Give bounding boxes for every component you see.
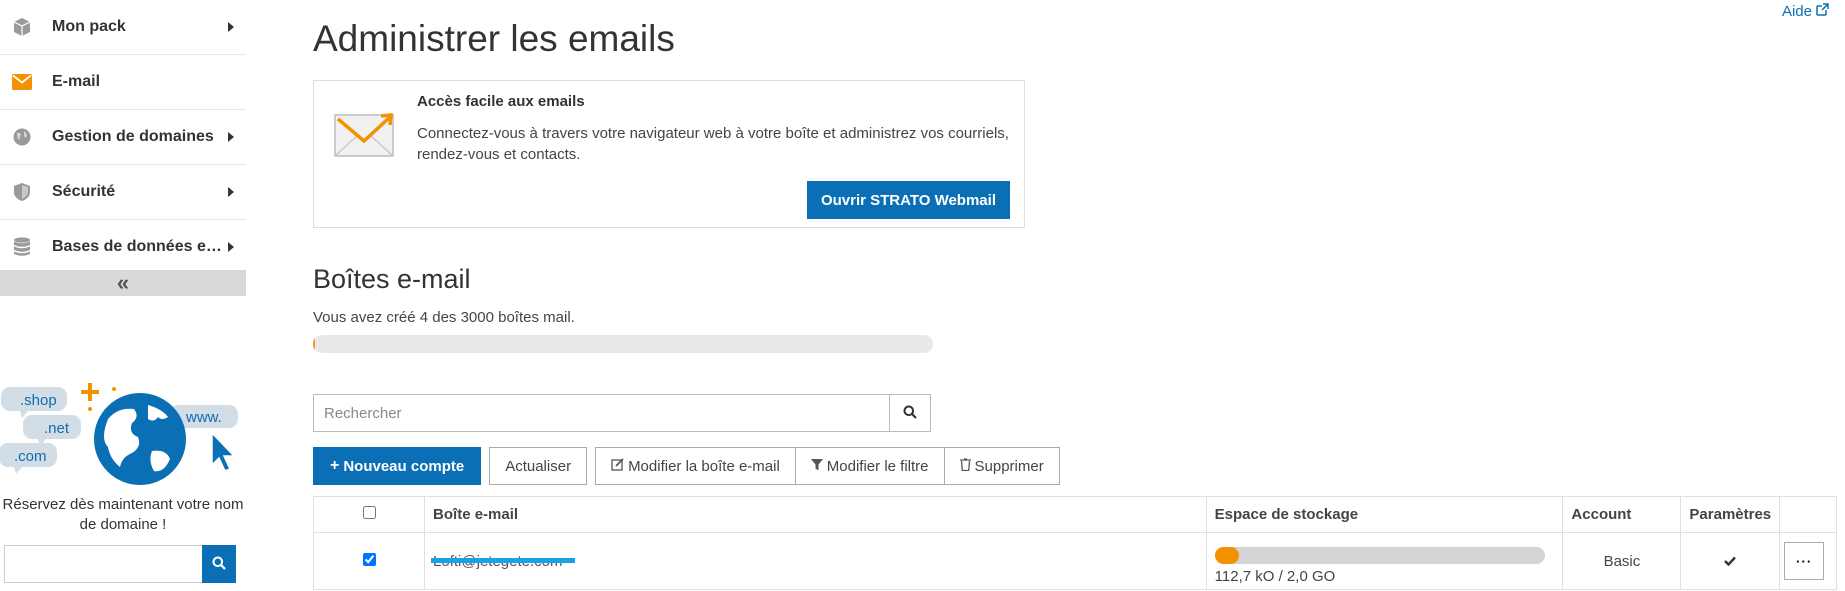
- mailbox-table: Boîte e-mail Espace de stockage Account …: [312, 496, 1837, 590]
- edit-filter-button[interactable]: Modifier le filtre: [795, 447, 945, 485]
- edit-filter-label: Modifier le filtre: [826, 457, 929, 475]
- search-icon: [903, 405, 917, 422]
- quota-progress-fill: [313, 335, 316, 353]
- domain-promo: .shop .net .com www. Réservez dès mainte…: [0, 375, 246, 535]
- mailbox-search-button[interactable]: [889, 394, 931, 432]
- domain-illustration: .shop .net .com www.: [0, 375, 246, 495]
- redaction-mark: [431, 558, 576, 563]
- sidebar-item-label: Mon pack: [52, 18, 126, 35]
- sidebar-item-bases-de-donnees[interactable]: Bases de données et e...: [0, 220, 246, 275]
- mailboxes-title: Boîtes e-mail: [313, 264, 471, 294]
- trash-icon: [959, 457, 971, 475]
- select-all-cell: [312, 496, 426, 533]
- sidebar: Mon pack E-mail Gestion de domaines Sécu…: [0, 0, 246, 591]
- plus-icon: +: [330, 457, 340, 474]
- more-cell: ···: [1779, 532, 1837, 590]
- edit-mailbox-button[interactable]: Modifier la boîte e-mail: [595, 447, 796, 485]
- table-header-row: Boîte e-mail Espace de stockage Account …: [312, 496, 1837, 533]
- account-type: Basic: [1562, 532, 1682, 590]
- refresh-button[interactable]: Actualiser: [489, 447, 588, 485]
- mailbox-search: [313, 394, 931, 432]
- envelope-icon: [12, 72, 32, 92]
- quota-text: Vous avez créé 4 des 3000 boîtes mail.: [313, 309, 575, 326]
- edit-icon: [611, 457, 624, 475]
- edit-mailbox-label: Modifier la boîte e-mail: [628, 457, 780, 475]
- webmail-card-title: Accès facile aux emails: [417, 93, 585, 110]
- double-chevron-left-icon: «: [116, 270, 130, 295]
- bubble-www: www.: [185, 409, 222, 426]
- column-header-account[interactable]: Account: [1562, 496, 1682, 533]
- column-header-actions: [1779, 496, 1837, 533]
- settings-cell: [1680, 532, 1781, 590]
- storage-progress-fill: [1214, 547, 1239, 564]
- filter-icon: [810, 458, 823, 475]
- row-select-checkbox[interactable]: [362, 552, 376, 566]
- mailbox-search-input[interactable]: [313, 394, 889, 432]
- box-icon: [12, 17, 32, 37]
- shield-icon: [12, 182, 32, 202]
- sidebar-item-domaines[interactable]: Gestion de domaines: [0, 110, 246, 165]
- database-icon: [12, 237, 32, 257]
- caret-right-icon: [228, 187, 234, 197]
- bubble-net: .net: [44, 420, 70, 437]
- bubble-com: .com: [14, 448, 47, 465]
- open-webmail-button[interactable]: Ouvrir STRATO Webmail: [806, 181, 1010, 219]
- domain-search-button[interactable]: [202, 545, 236, 583]
- caret-right-icon: [228, 242, 234, 252]
- row-select-cell: [312, 532, 426, 590]
- promo-text: Réservez dès maintenant votre nom de dom…: [2, 496, 244, 533]
- sidebar-item-email[interactable]: E-mail: [0, 55, 246, 110]
- caret-right-icon: [228, 132, 234, 142]
- mailbox-actions-group: Modifier la boîte e-mail Modifier le fil…: [595, 447, 1060, 485]
- webmail-card: Accès facile aux emails Connectez-vous à…: [313, 80, 1025, 228]
- domain-search: [4, 545, 236, 583]
- caret-right-icon: [228, 22, 234, 32]
- sidebar-collapse-button[interactable]: «: [0, 270, 246, 296]
- webmail-envelope-icon: [334, 111, 394, 162]
- new-account-button[interactable]: + Nouveau compte: [313, 447, 482, 485]
- mailbox-toolbar: + Nouveau compte Actualiser Modifier la …: [313, 447, 1060, 485]
- table-row[interactable]: Lofti@jetegete.com 112,7 kO / 2,0 GO Bas…: [312, 532, 1837, 590]
- sidebar-item-label: Bases de données et e...: [52, 238, 222, 255]
- delete-button[interactable]: Supprimer: [944, 447, 1060, 485]
- sidebar-item-securite[interactable]: Sécurité: [0, 165, 246, 220]
- sidebar-item-mon-pack[interactable]: Mon pack: [0, 0, 246, 55]
- column-header-mailbox[interactable]: Boîte e-mail: [424, 496, 1207, 533]
- page-title: Administrer les emails: [313, 18, 675, 59]
- webmail-card-description: Connectez-vous à travers votre navigateu…: [417, 125, 1009, 163]
- storage-cell: 112,7 kO / 2,0 GO: [1205, 532, 1564, 590]
- mailbox-email-cell[interactable]: Lofti@jetegete.com: [424, 532, 1207, 590]
- globe-illustration: .shop .net .com www.: [0, 383, 238, 485]
- sidebar-item-label: E-mail: [52, 73, 101, 90]
- check-icon: [1724, 553, 1737, 570]
- search-icon: [212, 556, 226, 573]
- bubble-shop: .shop: [20, 392, 57, 409]
- new-account-label: Nouveau compte: [343, 457, 465, 475]
- select-all-checkbox[interactable]: [362, 506, 376, 519]
- globe-icon: [12, 127, 32, 147]
- quota-progress-bar: [313, 335, 933, 353]
- storage-progress-bar: [1214, 547, 1545, 564]
- help-link[interactable]: Aide: [1782, 3, 1829, 20]
- delete-label: Supprimer: [974, 457, 1044, 475]
- help-label: Aide: [1781, 3, 1812, 20]
- column-header-settings: Paramètres: [1680, 496, 1781, 533]
- domain-search-input[interactable]: [4, 545, 202, 583]
- external-link-icon: [1816, 3, 1829, 20]
- more-options-button[interactable]: ···: [1784, 542, 1825, 580]
- sidebar-item-label: Gestion de domaines: [52, 128, 214, 145]
- storage-text: 112,7 kO / 2,0 GO: [1214, 568, 1336, 585]
- sidebar-item-label: Sécurité: [52, 183, 116, 200]
- column-header-storage[interactable]: Espace de stockage: [1205, 496, 1564, 533]
